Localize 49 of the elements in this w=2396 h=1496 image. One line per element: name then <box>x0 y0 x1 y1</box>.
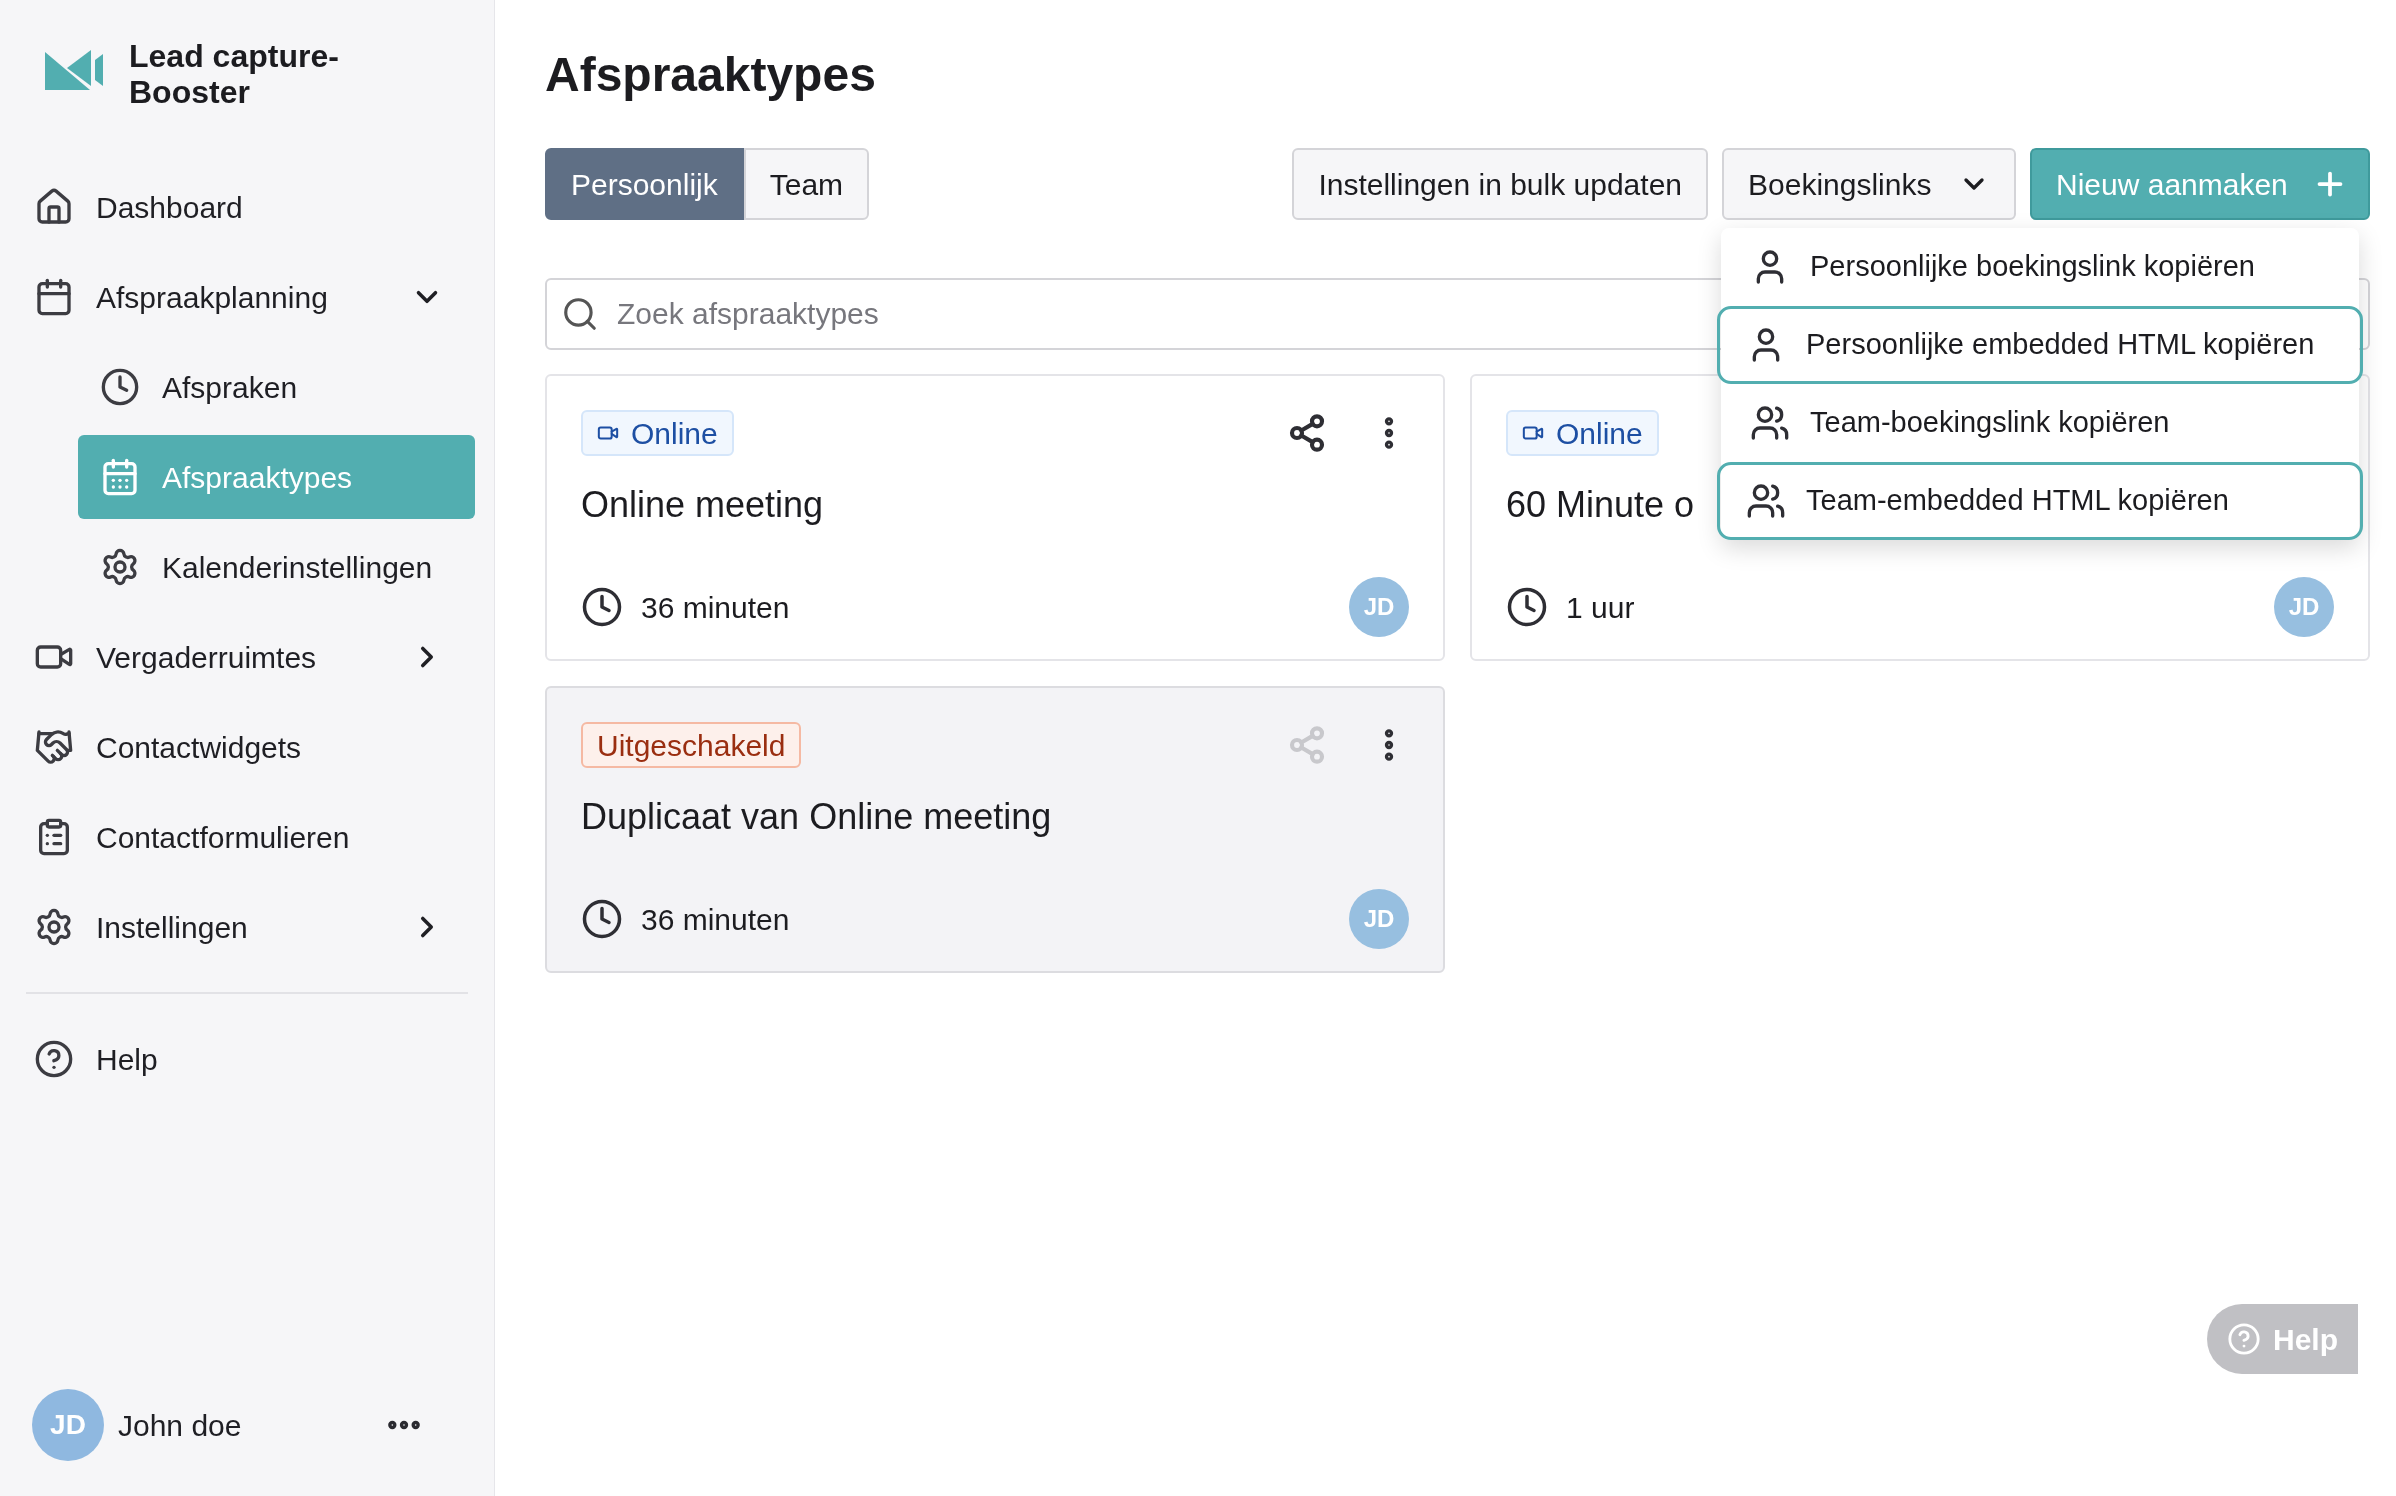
nav-item[interactable]: Contactformulieren <box>0 792 494 882</box>
nav-item[interactable]: Contactwidgets <box>0 702 494 792</box>
logo-icon <box>45 50 105 90</box>
calendar-icon <box>34 277 74 317</box>
tab[interactable]: Persoonlijk <box>545 148 744 220</box>
duration: 36 minuten <box>641 589 790 626</box>
search-icon <box>561 295 599 333</box>
owner-avatar: JD <box>2274 577 2334 637</box>
clock-icon <box>581 898 623 940</box>
menu-item[interactable]: Team-boekingslink kopiëren <box>1721 384 2359 462</box>
duration: 36 minuten <box>641 901 790 938</box>
menu-item[interactable]: Persoonlijke embedded HTML kopiëren <box>1717 306 2363 384</box>
calendar-icon <box>100 457 140 497</box>
settings-icon <box>34 907 74 947</box>
owner-avatar: JD <box>1349 889 1409 949</box>
help-icon <box>34 1039 74 1079</box>
clock-icon <box>581 586 623 628</box>
tab[interactable]: Team <box>743 148 870 220</box>
nav-item[interactable]: Instellingen <box>0 882 494 972</box>
people-icon <box>1750 403 1790 443</box>
people-icon <box>1746 481 1786 521</box>
card-title: 60 Minute o <box>1506 483 1695 527</box>
home-icon <box>34 187 74 227</box>
settings-icon <box>100 547 140 587</box>
nav-item[interactable]: Afspraakplanning <box>0 252 494 342</box>
brand-name: Lead capture-Booster <box>129 38 340 110</box>
nav-item[interactable]: Vergaderruimtes <box>0 612 494 702</box>
help-icon <box>2227 1322 2261 1356</box>
clock-icon <box>1506 586 1548 628</box>
handshake-icon <box>34 727 74 767</box>
bulk-update-button[interactable]: Instellingen in bulk updaten <box>1292 148 1708 220</box>
online-badge: Online <box>1506 410 1659 456</box>
card-title: Duplicaat van Online meeting <box>581 795 1052 839</box>
booking-links-dropdown[interactable]: Boekingslinks <box>1722 148 2016 220</box>
user-name: John doe <box>118 1407 243 1444</box>
help-link[interactable]: Help <box>0 1014 494 1104</box>
disabled-badge: Uitgeschakeld <box>581 722 802 768</box>
nav-subitem[interactable]: Afspraken <box>78 345 475 429</box>
online-badge: Online <box>581 410 734 456</box>
clock-icon <box>100 367 140 407</box>
nav-subitem[interactable]: Kalenderinstellingen <box>78 525 475 609</box>
menu-item[interactable]: Team-embedded HTML kopiëren <box>1717 462 2363 540</box>
page-title: Afspraaktypes <box>545 47 877 103</box>
nav-item[interactable]: Dashboard <box>0 162 494 252</box>
duration: 1 uur <box>1566 589 1635 626</box>
appointment-type-card[interactable]: Online Online meeting 36 minuten JD <box>545 374 1445 661</box>
owner-avatar: JD <box>1349 577 1409 637</box>
card-title: Online meeting <box>581 483 824 527</box>
share-icon[interactable] <box>1287 413 1327 453</box>
